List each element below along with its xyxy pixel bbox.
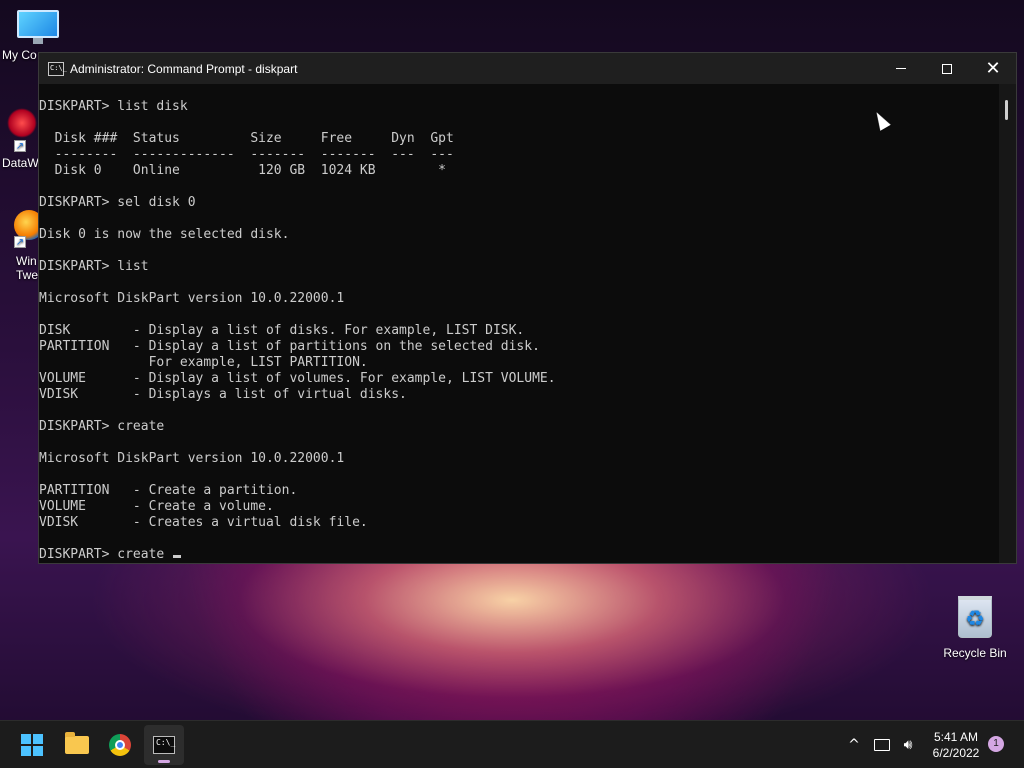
network-button[interactable] xyxy=(870,721,894,768)
windows-logo-icon xyxy=(21,734,43,756)
shortcut-arrow-icon: ↗ xyxy=(14,236,26,248)
network-icon xyxy=(874,739,890,751)
maximize-icon xyxy=(942,63,952,74)
minimize-button[interactable] xyxy=(878,53,924,84)
console-line: DISKPART> sel disk 0 xyxy=(39,195,196,210)
console-line: VDISK - Displays a list of virtual disks… xyxy=(39,387,407,402)
command-prompt-window[interactable]: C:\_ Administrator: Command Prompt - dis… xyxy=(38,52,1017,564)
console-line: Disk 0 Online 120 GB 1024 KB * xyxy=(39,163,446,178)
notification-badge[interactable]: 1 xyxy=(988,736,1004,752)
vertical-scrollbar[interactable] xyxy=(999,84,1016,563)
taskbar-command-prompt[interactable]: C:\_ xyxy=(144,725,184,765)
minimize-icon xyxy=(896,68,906,69)
show-hidden-icons-button[interactable]: ^ xyxy=(842,721,866,768)
console-line: PARTITION - Display a list of partitions… xyxy=(39,339,540,354)
close-button[interactable]: ✕ xyxy=(970,53,1016,84)
window-title: Administrator: Command Prompt - diskpart xyxy=(70,61,298,76)
desktop-icon-label: DataW xyxy=(2,156,39,170)
console-line: Disk 0 is now the selected disk. xyxy=(39,227,290,242)
console-line: For example, LIST PARTITION. xyxy=(39,355,368,370)
console-line: DISKPART> create xyxy=(39,419,165,434)
scrollbar-thumb[interactable] xyxy=(1005,100,1008,120)
console-line: DISK - Display a list of disks. For exam… xyxy=(39,323,525,338)
monitor-icon xyxy=(17,10,59,44)
console-line: Microsoft DiskPart version 10.0.22000.1 xyxy=(39,451,345,466)
desktop-icon-wintweaker[interactable]: ↗ Win Twe xyxy=(14,210,44,282)
console-line: -------- ------------- ------- ------- -… xyxy=(39,147,454,162)
desktop-icon-datawrangler[interactable]: ↗ DataW xyxy=(2,108,42,170)
recycle-bin-icon: ♻ xyxy=(958,596,992,638)
console-line: DISKPART> list xyxy=(39,259,149,274)
active-app-indicator xyxy=(158,760,170,763)
taskbar: C:\_ ^ 🔊︎ 5:41 AM 6/2/2022 xyxy=(0,720,1024,768)
window-titlebar[interactable]: C:\_ Administrator: Command Prompt - dis… xyxy=(39,53,1016,84)
clock-date: 6/2/2022 xyxy=(932,746,980,760)
start-button[interactable] xyxy=(12,725,52,765)
console-line: VOLUME - Display a list of volumes. For … xyxy=(39,371,556,386)
command-prompt-icon: C:\_ xyxy=(153,736,175,754)
command-prompt-icon[interactable]: C:\_ xyxy=(48,61,67,76)
console-line: Disk ### Status Size Free Dyn Gpt xyxy=(39,131,454,146)
volume-button[interactable]: 🔊︎ xyxy=(896,721,920,768)
text-cursor xyxy=(173,555,182,558)
taskbar-file-explorer[interactable] xyxy=(57,725,97,765)
shortcut-arrow-icon: ↗ xyxy=(14,140,26,152)
maximize-button[interactable] xyxy=(924,53,970,84)
console-line: DISKPART> create xyxy=(39,547,1001,563)
volume-icon: 🔊︎ xyxy=(903,737,913,753)
chevron-up-icon: ^ xyxy=(848,737,860,753)
console-line: VDISK - Creates a virtual disk file. xyxy=(39,515,368,530)
console-line: Microsoft DiskPart version 10.0.22000.1 xyxy=(39,291,345,306)
folder-icon xyxy=(65,732,89,754)
console-line: DISKPART> list disk xyxy=(39,99,188,114)
desktop-icon-label: Win xyxy=(16,254,37,268)
taskbar-chrome[interactable] xyxy=(100,725,140,765)
desktop-icon-recycle-bin[interactable]: ♻ Recycle Bin xyxy=(942,596,1008,660)
console-line: VOLUME - Create a volume. xyxy=(39,499,274,514)
clock-time: 5:41 AM xyxy=(933,730,979,744)
system-clock[interactable]: 5:41 AM 6/2/2022 xyxy=(920,729,992,761)
chrome-icon xyxy=(109,734,131,756)
desktop-icon-label-line2: Twe xyxy=(16,268,39,282)
desktop-icon-label: Recycle Bin xyxy=(943,646,1007,660)
console-line: PARTITION - Create a partition. xyxy=(39,483,298,498)
close-icon: ✕ xyxy=(985,57,1001,79)
console-output[interactable]: DISKPART> list disk Disk ### Status Size… xyxy=(39,84,1001,563)
app-logo-icon xyxy=(7,108,37,138)
